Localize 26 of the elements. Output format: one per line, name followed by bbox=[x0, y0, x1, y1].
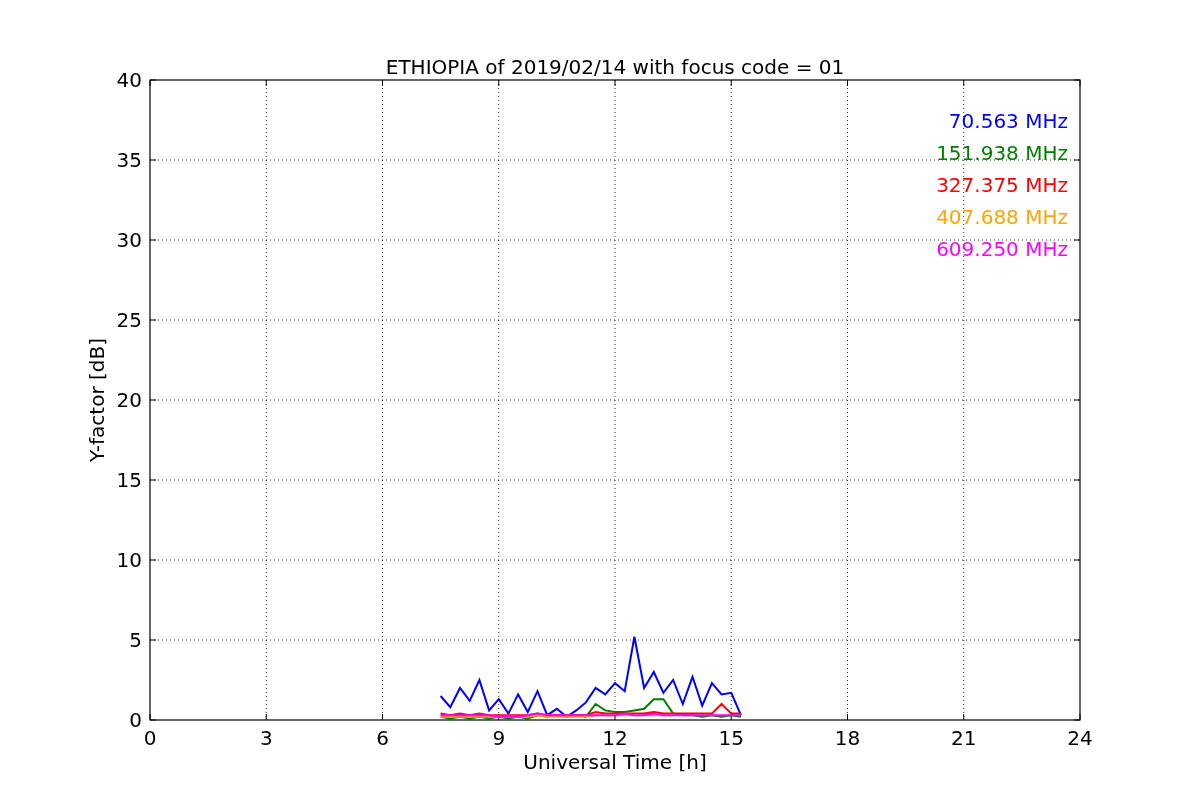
legend-label: 70.563 MHz bbox=[948, 109, 1068, 133]
y-tick-label: 10 bbox=[116, 548, 142, 572]
y-axis-title: Y-factor [dB] bbox=[85, 338, 109, 462]
y-tick-label: 20 bbox=[116, 388, 142, 412]
y-tick-label: 15 bbox=[116, 468, 142, 492]
legend-label: 609.250 MHz bbox=[936, 237, 1068, 261]
legend-label: 327.375 MHz bbox=[936, 173, 1068, 197]
x-tick-label: 6 bbox=[376, 726, 389, 750]
x-tick-label: 0 bbox=[143, 726, 157, 750]
y-tick-label: 30 bbox=[116, 228, 142, 252]
x-tick-label: 21 bbox=[951, 726, 977, 750]
x-tick-label: 15 bbox=[718, 726, 744, 750]
legend-label: 151.938 MHz bbox=[936, 141, 1068, 165]
x-tick-label: 3 bbox=[259, 726, 273, 750]
x-tick-label: 24 bbox=[1067, 726, 1093, 750]
x-tick-label: 9 bbox=[492, 726, 506, 750]
x-tick-label: 12 bbox=[602, 726, 628, 750]
legend-label: 407.688 MHz bbox=[936, 205, 1068, 229]
chart-title: ETHIOPIA of 2019/02/14 with focus code = 01 bbox=[385, 55, 845, 79]
y-tick-label: 40 bbox=[116, 68, 142, 92]
x-tick-label: 18 bbox=[834, 726, 861, 750]
y-tick-label: 35 bbox=[116, 148, 142, 172]
x-axis-title: Universal Time [h] bbox=[523, 750, 707, 774]
y-tick-label: 5 bbox=[129, 628, 142, 652]
y-tick-label: 0 bbox=[129, 708, 142, 732]
y-tick-label: 25 bbox=[116, 308, 142, 332]
